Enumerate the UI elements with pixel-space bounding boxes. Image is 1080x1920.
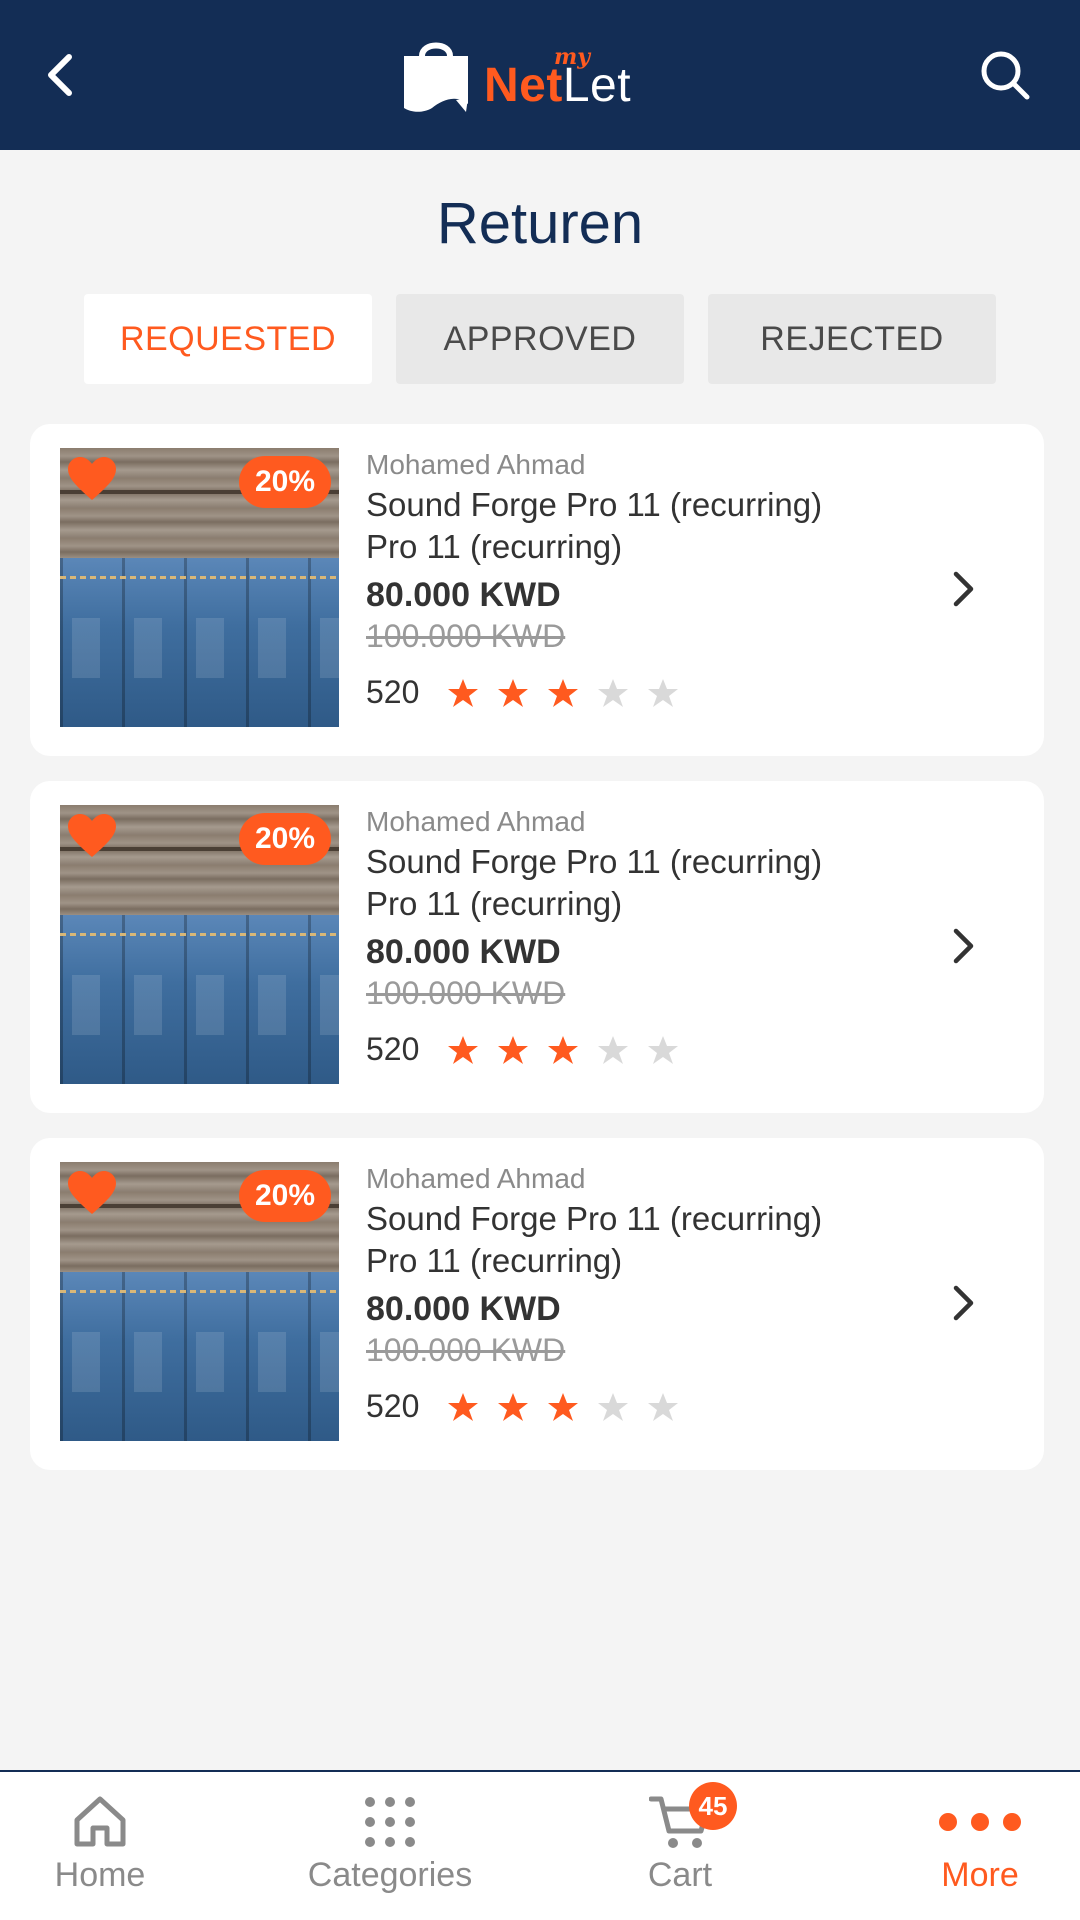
star-icon — [488, 1390, 538, 1424]
star-icon — [588, 1033, 638, 1067]
item-detail-button[interactable] — [944, 1278, 984, 1328]
item-detail-button[interactable] — [944, 564, 984, 614]
seller-name: Mohamed Ahmad — [366, 1163, 586, 1194]
star-icon — [488, 676, 538, 710]
chevron-right-icon — [953, 928, 974, 964]
product-name-line2: Pro 11 (recurring) — [366, 528, 623, 565]
back-button[interactable] — [30, 45, 90, 105]
back-icon — [48, 54, 72, 96]
star-icon — [638, 1390, 688, 1424]
product-name-line1: Sound Forge Pro 11 (recurring) — [366, 843, 823, 880]
current-price: 80.000 KWD — [366, 933, 561, 971]
review-count: 520 — [366, 1388, 420, 1424]
bottom-nav: Home Categories 45 Cart More — [0, 1770, 1080, 1920]
page-title: Returen — [436, 191, 644, 256]
star-icon — [588, 676, 638, 710]
return-item-card[interactable]: 20% Mohamed Ahmad Sound Forge Pro 11 (re… — [30, 1138, 1044, 1470]
item-detail-button[interactable] — [944, 921, 984, 971]
star-icon — [438, 1390, 488, 1424]
logo-net-text: Net — [484, 59, 563, 112]
product-name-line2: Pro 11 (recurring) — [366, 1242, 623, 1279]
discount-badge: 20% — [238, 813, 331, 865]
tab-requested[interactable]: REQUESTED — [84, 294, 372, 384]
chevron-right-icon — [953, 571, 974, 607]
home-icon — [74, 1796, 126, 1847]
star-icon — [488, 1033, 538, 1067]
original-price: 100.000 KWD — [366, 1332, 566, 1368]
star-icon — [438, 1033, 488, 1067]
product-name-line1: Sound Forge Pro 11 (recurring) — [366, 1200, 823, 1237]
star-icon — [638, 676, 688, 710]
app-logo: my NetLet — [400, 36, 678, 116]
nav-more[interactable]: More — [920, 1772, 1040, 1920]
discount-badge: 20% — [238, 1170, 331, 1222]
cart-count-badge: 45 — [689, 1782, 737, 1830]
heart-icon[interactable] — [66, 456, 118, 502]
nav-home-label: Home — [54, 1856, 146, 1894]
current-price: 80.000 KWD — [366, 1290, 561, 1328]
current-price: 80.000 KWD — [366, 576, 561, 614]
heart-icon[interactable] — [66, 1170, 118, 1216]
status-tabs: REQUESTED APPROVED REJECTED — [84, 294, 996, 384]
seller-name: Mohamed Ahmad — [366, 806, 586, 837]
nav-categories-label: Categories — [307, 1856, 473, 1894]
return-item-card[interactable]: 20% Mohamed Ahmad Sound Forge Pro 11 (re… — [30, 424, 1044, 756]
product-image[interactable]: 20% — [60, 805, 339, 1084]
grid-dots-icon — [365, 1797, 415, 1847]
nav-more-label: More — [941, 1856, 1019, 1894]
product-name-line2: Pro 11 (recurring) — [366, 885, 623, 922]
original-price: 100.000 KWD — [366, 975, 566, 1011]
discount-badge: 20% — [238, 456, 331, 508]
star-icon — [538, 1033, 588, 1067]
rating-row: 520 — [366, 1388, 926, 1425]
star-icon — [638, 1033, 688, 1067]
star-icon — [538, 1390, 588, 1424]
star-icon — [588, 1390, 638, 1424]
seller-name: Mohamed Ahmad — [366, 449, 586, 480]
app-header: my NetLet — [0, 0, 1080, 150]
return-item-card[interactable]: 20% Mohamed Ahmad Sound Forge Pro 11 (re… — [30, 781, 1044, 1113]
chevron-right-icon — [953, 1285, 974, 1321]
search-button[interactable] — [975, 45, 1035, 105]
nav-home[interactable]: Home — [40, 1772, 160, 1920]
nav-cart[interactable]: 45 Cart — [630, 1772, 737, 1920]
logo-let-text: Let — [562, 59, 632, 112]
more-dots-icon — [939, 1813, 1021, 1831]
star-icon — [438, 676, 488, 710]
tab-approved[interactable]: APPROVED — [396, 294, 684, 384]
nav-cart-label: Cart — [647, 1856, 713, 1894]
shopping-bag-logo — [404, 42, 468, 112]
review-count: 520 — [366, 674, 420, 710]
search-icon — [981, 51, 1030, 100]
rating-row: 520 — [366, 1031, 926, 1068]
review-count: 520 — [366, 1031, 420, 1067]
tab-rejected[interactable]: REJECTED — [708, 294, 996, 384]
rating-row: 520 — [366, 674, 926, 711]
product-image[interactable]: 20% — [60, 448, 339, 727]
nav-categories[interactable]: Categories — [290, 1772, 490, 1920]
product-image[interactable]: 20% — [60, 1162, 339, 1441]
original-price: 100.000 KWD — [366, 618, 566, 654]
heart-icon[interactable] — [66, 813, 118, 859]
star-icon — [538, 676, 588, 710]
product-name-line1: Sound Forge Pro 11 (recurring) — [366, 486, 823, 523]
